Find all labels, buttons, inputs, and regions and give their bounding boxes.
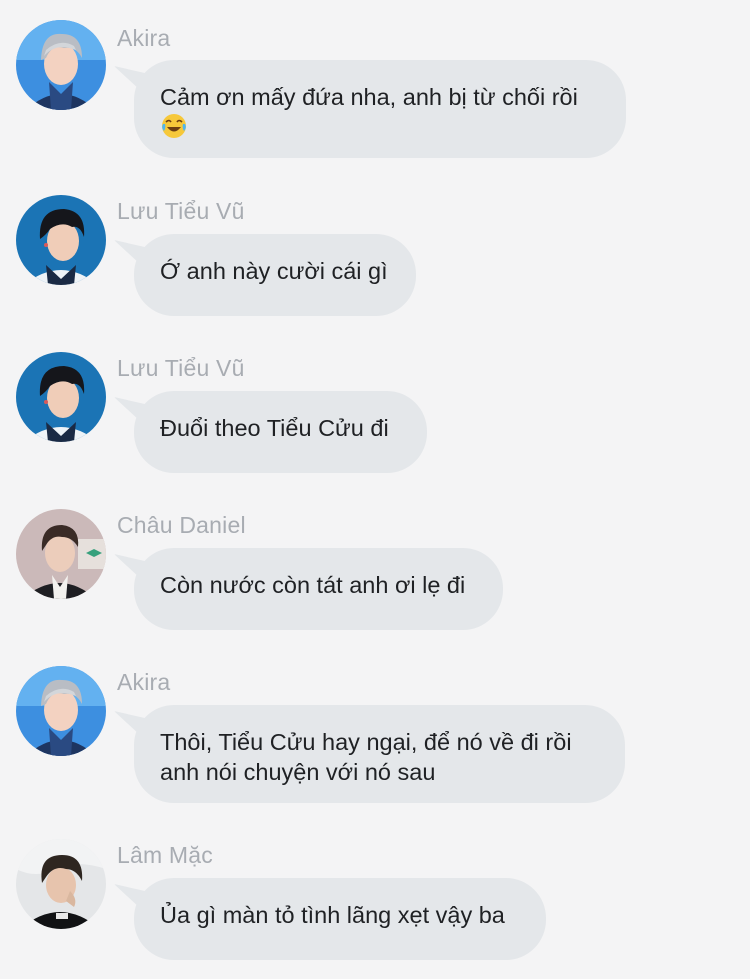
sender-name: Lưu Tiểu Vũ: [117, 355, 245, 381]
sender-name: Lưu Tiểu Vũ: [117, 198, 245, 224]
sender-name: Châu Daniel: [117, 512, 246, 538]
message-bubble[interactable]: Cảm ơn mấy đứa nha, anh bị từ chối rồi: [134, 60, 626, 158]
chat-thread: Akira Cảm ơn mấy đứa nha, anh bị từ chối…: [0, 0, 750, 979]
luu-tieu-vu-avatar[interactable]: [16, 195, 106, 285]
akira-avatar[interactable]: [16, 20, 106, 110]
sender-name: Akira: [117, 669, 171, 695]
lam-mac-avatar[interactable]: [16, 839, 106, 929]
message-text: Thôi, Tiểu Cửu hay ngại, để nó về đi rồi: [160, 729, 572, 755]
message-bubble[interactable]: Ủa gì màn tỏ tình lãng xẹt vậy ba: [134, 878, 546, 960]
message-text: Cảm ơn mấy đứa nha, anh bị từ chối rồi: [160, 84, 578, 110]
laughing-emoji-icon: [160, 112, 188, 140]
message-text: Còn nước còn tát anh ơi lẹ đi: [160, 572, 466, 598]
sender-name: Lâm Mặc: [117, 842, 213, 868]
message-bubble[interactable]: Thôi, Tiểu Cửu hay ngại, để nó về đi rồi…: [134, 705, 625, 803]
message-bubble[interactable]: Còn nước còn tát anh ơi lẹ đi: [134, 548, 503, 630]
luu-tieu-vu-avatar[interactable]: [16, 352, 106, 442]
message-text: anh nói chuyện với nó sau: [160, 759, 436, 785]
message-bubble[interactable]: Ớ anh này cười cái gì: [134, 234, 416, 316]
sender-name: Akira: [117, 25, 171, 51]
chau-daniel-avatar[interactable]: [16, 509, 106, 599]
message-text: Đuổi theo Tiểu Cửu đi: [160, 415, 389, 441]
message-bubble[interactable]: Đuổi theo Tiểu Cửu đi: [134, 391, 427, 473]
message-text: Ớ anh này cười cái gì: [160, 258, 388, 284]
message-text: Ủa gì màn tỏ tình lãng xẹt vậy ba: [160, 902, 505, 928]
akira-avatar[interactable]: [16, 666, 106, 756]
